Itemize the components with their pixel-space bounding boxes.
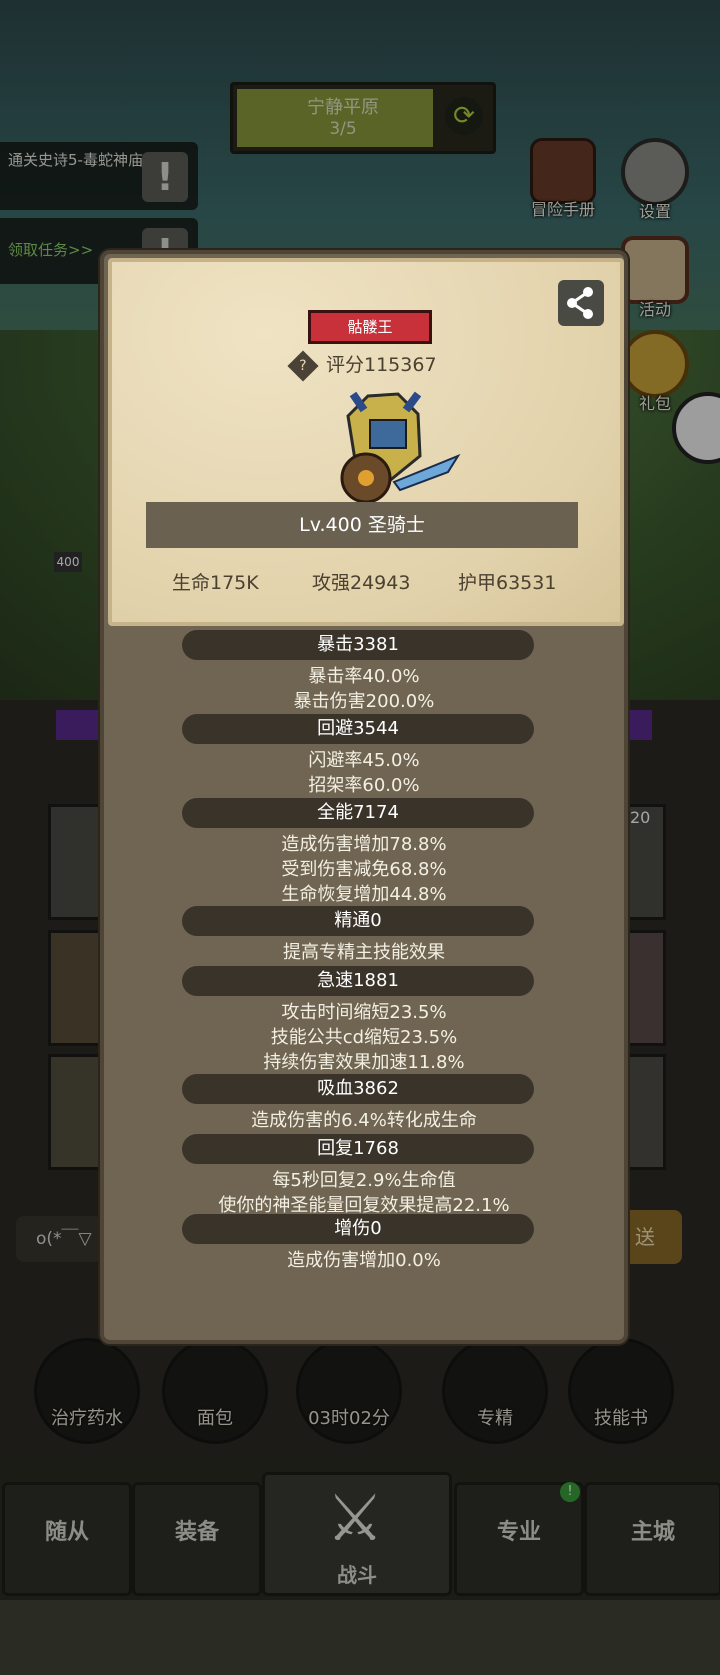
question-icon[interactable]: ? (287, 349, 319, 382)
stat-line: 受到伤害减免68.8% (281, 859, 447, 880)
stat-header-leech: 吸血3862 (182, 1074, 534, 1104)
level-class-banner: Lv.400 圣骑士 (146, 502, 578, 548)
hp-stat: 生命175K (172, 572, 259, 594)
score-value: 评分115367 (326, 354, 437, 376)
stat-line: 持续伤害效果加速11.8% (263, 1052, 465, 1073)
stat-line: 造成伤害增加78.8% (281, 834, 447, 855)
share-button[interactable] (558, 280, 604, 326)
stat-line: 造成伤害的6.4%转化成生命 (251, 1110, 477, 1131)
stat-header-regen: 回复1768 (182, 1134, 534, 1164)
stat-line: 造成伤害增加0.0% (287, 1250, 441, 1271)
character-card: 骷髅王 ? 评分115367 Lv.400 圣骑士 生命175K 攻强24943 … (108, 258, 624, 626)
stat-header-mastery: 精通0 (182, 906, 534, 936)
armor-stat: 护甲63531 (458, 572, 557, 594)
stat-header-haste: 急速1881 (182, 966, 534, 996)
character-stats-panel: 骷髅王 ? 评分115367 Lv.400 圣骑士 生命175K 攻强24943 … (100, 250, 628, 1344)
title-badge: 骷髅王 (308, 310, 432, 344)
attack-stat: 攻强24943 (312, 572, 411, 594)
paladin-avatar (340, 391, 461, 504)
stat-line: 暴击率40.0% (308, 666, 420, 687)
stat-header-damage-bonus: 增伤0 (182, 1214, 534, 1244)
stat-line: 暴击伤害200.0% (293, 691, 435, 712)
share-icon (567, 287, 593, 319)
stat-line: 每5秒回复2.9%生命值 (272, 1170, 456, 1191)
stat-line: 生命恢复增加44.8% (281, 884, 447, 905)
stat-line: 招架率60.0% (308, 775, 420, 796)
stat-line: 闪避率45.0% (308, 750, 420, 771)
stat-line: 攻击时间缩短23.5% (281, 1002, 447, 1023)
stat-header-avoidance: 回避3544 (182, 714, 534, 744)
stat-line: 技能公共cd缩短23.5% (270, 1027, 458, 1048)
stat-line: 提高专精主技能效果 (283, 942, 445, 963)
stat-header-crit: 暴击3381 (182, 630, 534, 660)
score-row: ? 评分115367 (287, 349, 492, 382)
stat-header-versatility: 全能7174 (182, 798, 534, 828)
